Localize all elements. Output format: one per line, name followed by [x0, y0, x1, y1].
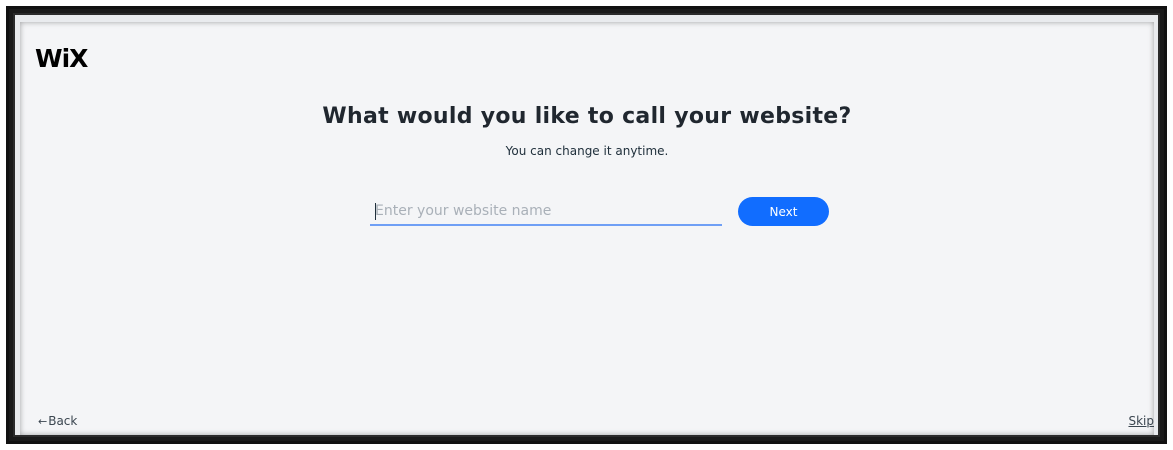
skip-link[interactable]: Skip [1128, 414, 1154, 428]
text-caret [375, 203, 376, 220]
back-label: Back [48, 414, 78, 428]
arrow-left-icon: ← [38, 415, 48, 428]
page: WiX What would you like to call your web… [20, 22, 1154, 435]
wix-logo[interactable]: WiX [35, 46, 88, 71]
website-name-field [370, 198, 722, 226]
next-button[interactable]: Next [738, 197, 829, 226]
page-title: What would you like to call your website… [322, 104, 852, 129]
website-name-input[interactable] [370, 198, 722, 224]
back-link[interactable]: ←Back [38, 414, 77, 428]
screenshot-frame: WiX What would you like to call your web… [0, 0, 1173, 450]
page-subtitle: You can change it anytime. [505, 144, 669, 158]
